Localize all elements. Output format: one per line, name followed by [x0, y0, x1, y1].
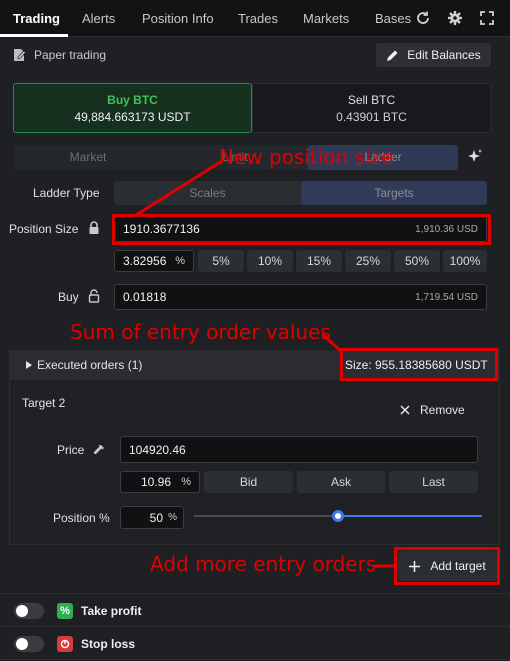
- buy-balance: 49,884.663173 USDT: [74, 109, 191, 124]
- buy-side-button[interactable]: Buy BTC 49,884.663173 USDT: [13, 83, 252, 133]
- last-button[interactable]: Last: [389, 471, 478, 493]
- annotation-arrow: [135, 159, 223, 217]
- expand-icon[interactable]: [479, 10, 495, 26]
- remove-target-button[interactable]: Remove: [400, 403, 465, 417]
- position-slider-thumb[interactable]: [332, 510, 344, 522]
- target-title: Target 2: [22, 396, 66, 410]
- target-price-input[interactable]: 104920.46: [120, 436, 478, 463]
- price-percent-input[interactable]: 10.96 %: [120, 471, 200, 493]
- edit-balances-label: Edit Balances: [407, 48, 481, 62]
- percent-icon: %: [57, 603, 73, 619]
- divider: [0, 659, 510, 660]
- sell-title: Sell BTC: [347, 92, 396, 107]
- stop-loss-toggle[interactable]: [14, 636, 44, 652]
- preset-100-button[interactable]: 100%: [443, 250, 487, 272]
- divider: [0, 593, 510, 594]
- eyedropper-icon[interactable]: [92, 443, 106, 457]
- preset-15-button[interactable]: 15%: [296, 250, 342, 272]
- stop-icon: [57, 636, 73, 652]
- ladder-option-targets[interactable]: Targets: [301, 181, 487, 205]
- tab-alerts[interactable]: Alerts: [82, 0, 115, 37]
- price-percent-value: 10.96: [140, 475, 171, 489]
- annotation-new-position-size: New position size: [219, 145, 394, 169]
- divider: [0, 626, 510, 627]
- unlock-icon[interactable]: [88, 289, 100, 303]
- refresh-icon[interactable]: [415, 10, 431, 26]
- edit-balances-button[interactable]: Edit Balances: [376, 43, 491, 67]
- position-size-label: Position Size: [9, 222, 79, 236]
- bid-button[interactable]: Bid: [204, 471, 293, 493]
- buy-amount-input[interactable]: 0.01818 1,719.54 USD: [114, 284, 487, 310]
- tab-position-info[interactable]: Position Info: [142, 0, 214, 37]
- caret-right-icon: [26, 361, 32, 369]
- position-percent-label: Position %: [53, 511, 110, 525]
- sell-side-button[interactable]: Sell BTC 0.43901 BTC: [252, 83, 491, 133]
- price-label: Price: [57, 443, 85, 457]
- paper-trading-label: Paper trading: [34, 48, 107, 62]
- position-percent-field[interactable]: 50 %: [120, 506, 184, 529]
- position-percent-unit: %: [175, 255, 185, 267]
- tab-markets[interactable]: Markets: [303, 0, 349, 37]
- price-percent-unit: %: [181, 476, 191, 488]
- tab-trading[interactable]: Trading: [13, 0, 60, 37]
- position-slider-fill: [338, 515, 482, 517]
- buy-amount-usd: 1,719.54 USD: [415, 291, 478, 303]
- take-profit-toggle[interactable]: [14, 603, 44, 619]
- position-percent-input[interactable]: 3.82956 %: [114, 250, 194, 272]
- executed-orders-label: Executed orders (1): [37, 358, 143, 372]
- tab-trades[interactable]: Trades: [238, 0, 278, 37]
- annotation-sum-entry-orders: Sum of entry order values: [70, 320, 331, 344]
- gear-icon[interactable]: [447, 10, 463, 26]
- position-percent-field-unit: %: [168, 512, 177, 523]
- close-icon: [400, 405, 410, 415]
- lock-icon[interactable]: [88, 221, 100, 235]
- ask-button[interactable]: Ask: [297, 471, 385, 493]
- target-price-value: 104920.46: [129, 442, 186, 457]
- annotation-add-more-entry: Add more entry orders: [150, 552, 377, 576]
- tab-bases[interactable]: Bases: [375, 0, 411, 37]
- sparkle-icon[interactable]: [466, 148, 484, 166]
- stop-loss-label: Stop loss: [81, 637, 136, 651]
- preset-10-button[interactable]: 10%: [247, 250, 293, 272]
- preset-5-button[interactable]: 5%: [198, 250, 244, 272]
- buy-title: Buy BTC: [107, 92, 158, 107]
- buy-amount-label: Buy: [58, 290, 79, 304]
- paper-trading-row: Paper trading: [12, 44, 106, 66]
- annotation-position-size-box: [112, 214, 491, 245]
- annotation-add-target-box: [394, 547, 500, 585]
- buy-amount-value: 0.01818: [123, 290, 167, 304]
- preset-25-button[interactable]: 25%: [345, 250, 391, 272]
- sell-balance: 0.43901 BTC: [336, 109, 407, 124]
- paper-icon: [14, 49, 26, 61]
- position-percent-value: 3.82956: [123, 254, 167, 268]
- take-profit-label: Take profit: [81, 604, 142, 618]
- pencil-icon: [387, 50, 398, 61]
- preset-50-button[interactable]: 50%: [394, 250, 440, 272]
- ladder-type-label: Ladder Type: [33, 186, 100, 200]
- annotation-size-box: [340, 348, 498, 381]
- position-percent-field-value: 50: [149, 510, 163, 525]
- remove-label: Remove: [420, 403, 465, 417]
